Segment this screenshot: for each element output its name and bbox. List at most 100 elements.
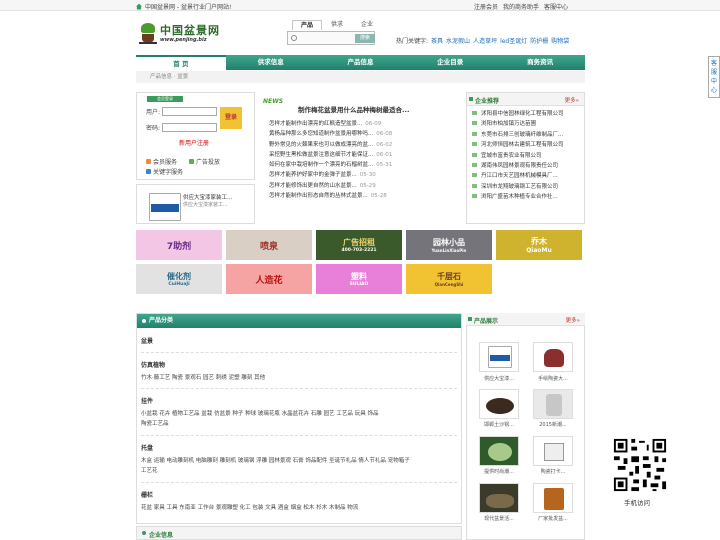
section-title: 企业推荐 — [468, 97, 500, 105]
search-tab-company[interactable]: 企业 — [352, 20, 382, 30]
category-group[interactable]: 盆景 — [137, 336, 461, 345]
search-icon — [291, 35, 297, 41]
password-label: 密码: — [146, 125, 161, 132]
news-item[interactable]: 如何在家中栽培制作一个漂亮的石榴树盆... 05-31 — [269, 160, 392, 170]
hot-keyword[interactable]: 茶具 — [431, 36, 443, 45]
company-item[interactable]: 湖南伟凤园林景观有限责任公司 — [467, 161, 584, 171]
search-tab-product[interactable]: 产品 — [292, 20, 322, 30]
hot-keyword[interactable]: 水泥假山 — [446, 36, 470, 45]
ad-banner[interactable]: 乔木 QiaoMu — [496, 230, 582, 260]
news-item[interactable]: 怎样才能制作出形态自然的丛林式盆景... 05-28 — [269, 191, 392, 201]
company-item[interactable]: 丹江口市天艺园林机械模具厂... — [467, 171, 584, 181]
product-image[interactable] — [533, 389, 573, 419]
category-links: 竹木·藤工艺 陶瓷 景观石 园艺 刺绣 泥塑 雕刻 其他 — [141, 375, 266, 381]
hot-keyword[interactable]: 人造草坪 — [473, 36, 497, 45]
mini-product[interactable]: 供应大宝漆家装工... 供应大宝漆家装工... — [136, 184, 255, 224]
member-service-link[interactable]: 会员服务 — [146, 157, 177, 166]
nav-companies[interactable]: 企业目录 — [405, 55, 495, 70]
category-links: 木盒 运输 电动雕刻机 电脑雕刻 雕刻机 玻璃钢 浮雕 园林景观 石膏 饰品配件… — [141, 458, 410, 474]
product-caption[interactable]: 现代盆景活... — [475, 515, 523, 522]
news-item[interactable]: 采挖野生黑松做盆景注意这细节才能保证... 06-01 — [269, 150, 392, 160]
hot-keyword[interactable]: led圣诞灯 — [500, 36, 527, 45]
username-input[interactable] — [162, 107, 218, 116]
recommended-companies: 企业推荐 更多» 沭阳县中信园林绿化工程有限公司 浏阳市柏加镇万达苗圃 东莞市石排… — [466, 92, 585, 224]
product-caption[interactable]: 供应大宝漆... — [475, 375, 523, 382]
category-group[interactable]: 托盘 — [137, 443, 461, 452]
category-links: 小盆栽 花卉 植物工艺品 盆栽 仿盆景 种子 种球 玻璃花瓶 水晶盆花卉 石雕 … — [141, 411, 379, 427]
paint-bucket-icon — [149, 193, 181, 221]
ad-banner[interactable]: 喷泉 — [226, 230, 312, 260]
ad-banner[interactable]: 7助剂 — [136, 230, 222, 260]
search-tabs: 产品 供求 企业 — [292, 20, 382, 30]
login-button[interactable]: 登录 — [220, 107, 242, 129]
product-image[interactable] — [533, 342, 573, 372]
keyword-icon — [146, 169, 151, 174]
top-bar: 中国盆景网 - 盆景行业门户网站! 注册会员 我的商务助手 客服中心 — [0, 0, 720, 11]
more-link[interactable]: 更多» — [565, 96, 579, 104]
company-item[interactable]: 浏阳市柏加镇万达苗圃 — [467, 119, 584, 129]
product-caption[interactable]: 2015新潮... — [529, 421, 577, 428]
ad-banner[interactable]: 人造花 — [226, 264, 312, 294]
category-links: 花盆 家具 工具 东南亚 工作台 景观雕塑 化工 包装 文具 酒盒 烟盒 松木 … — [141, 505, 359, 511]
company-item[interactable]: 浏阳广盛苗木种植专业合作社... — [467, 192, 584, 202]
category-group[interactable]: 挂件 — [137, 396, 461, 405]
product-caption[interactable]: 提供时尚潮... — [475, 468, 523, 475]
news-item[interactable]: 怎样才能制作出漂亮的红枫造型盆景... 06-09 — [269, 119, 392, 129]
nav-news[interactable]: 商务资讯 — [495, 55, 585, 70]
hot-keyword[interactable]: 防护栅 — [530, 36, 548, 45]
product-image[interactable] — [533, 483, 573, 513]
new-user-register-link[interactable]: 新用户注册 — [179, 138, 209, 147]
product-caption[interactable]: 陶瓷打卡... — [529, 468, 577, 475]
company-info-bar: 企业信息 — [136, 526, 462, 540]
category-group[interactable]: 栅栏 — [137, 490, 461, 499]
password-input[interactable] — [162, 123, 218, 132]
main-nav: 首 页 供求信息 产品信息 企业目录 商务资讯 — [136, 55, 585, 70]
news-item[interactable]: 野外常见的火棘果来也可以做成漂亮的盆... 06-02 — [269, 140, 392, 150]
company-item[interactable]: 深圳市龙翔玻璃钢工艺有限公司 — [467, 182, 584, 192]
qr-label: 手机访问 — [624, 499, 650, 507]
register-link[interactable]: 注册会员 — [474, 2, 498, 11]
customer-service-tab[interactable]: 客服中心 — [708, 56, 720, 98]
company-item[interactable]: 宜城市富贵农业有限公司 — [467, 151, 584, 161]
ad-banner[interactable]: 塑料 SULIAO — [316, 264, 402, 294]
category-group[interactable]: 仿真植物 — [137, 360, 461, 369]
site-link[interactable]: 中国盆景网 - 盆景行业门户网站! — [136, 2, 231, 11]
product-image[interactable] — [533, 436, 573, 466]
product-caption[interactable]: 厂家批发盆... — [529, 515, 577, 522]
product-caption[interactable]: 手绘陶瓷大... — [529, 375, 577, 382]
news-item[interactable]: 怎样才能修饰出更自然的山水盆景... 05-29 — [269, 181, 392, 191]
product-caption[interactable]: 邯郸土沙锅... — [475, 421, 523, 428]
logo-url: www.penjing.biz — [160, 37, 207, 43]
search-tab-supply[interactable]: 供求 — [322, 20, 352, 30]
product-image[interactable] — [479, 436, 519, 466]
news-item[interactable]: 怎样才能养护好家中的金弹子盆景... 05-30 — [269, 170, 392, 180]
product-image[interactable] — [479, 342, 519, 372]
nav-supply[interactable]: 供求信息 — [226, 55, 316, 70]
section-title: 产品展示 — [467, 317, 499, 325]
nav-home[interactable]: 首 页 — [136, 55, 226, 70]
company-item[interactable]: 沭阳县中信园林绿化工程有限公司 — [467, 109, 584, 119]
hot-keyword[interactable]: 购物袋 — [551, 36, 569, 45]
search-button[interactable]: 搜索 — [355, 34, 375, 43]
ad-service-link[interactable]: 广告投放 — [189, 157, 220, 166]
ad-banner[interactable]: 千层石 QianCengShi — [406, 264, 492, 294]
news-headline[interactable]: 制作梅花盆景用什么品种梅树最适合... — [298, 104, 409, 114]
business-assistant-link[interactable]: 我的商务助手 — [503, 2, 539, 11]
ad-banner[interactable]: 广告招租 400-703-2221 — [316, 230, 402, 260]
product-image[interactable] — [479, 389, 519, 419]
service-center-link[interactable]: 客服中心 — [544, 2, 568, 11]
logo-text: 中国盆景网 — [160, 24, 220, 37]
site-logo[interactable]: 中国盆景网 www.penjing.biz — [138, 22, 220, 46]
product-image[interactable] — [479, 483, 519, 513]
hot-keywords: 热门关键字: 茶具 水泥假山 人造草坪 led圣诞灯 防护栅 购物袋 — [396, 36, 569, 45]
company-item[interactable]: 河北师恒园林古建筑工程有限公司 — [467, 140, 584, 150]
news-tag: NEWS — [263, 98, 284, 105]
keyword-service-link[interactable]: 关键字服务 — [146, 167, 183, 176]
more-link[interactable]: 更多» — [566, 316, 580, 324]
ad-banner[interactable]: 催化剂 CuiHuaJi — [136, 264, 222, 294]
product-categories: 产品分类 盆景 仿真植物 竹木·藤工艺 陶瓷 景观石 园艺 刺绣 泥塑 雕刻 其… — [136, 313, 462, 524]
company-item[interactable]: 东莞市石排三创玻璃纤维制品厂... — [467, 130, 584, 140]
nav-products[interactable]: 产品信息 — [316, 55, 406, 70]
ad-banner[interactable]: 园林小品 YuanLinXiaoPin — [406, 230, 492, 260]
news-item[interactable]: 黄杨品种那么多您知道制作盆景用哪种吗... 06-08 — [269, 129, 392, 139]
